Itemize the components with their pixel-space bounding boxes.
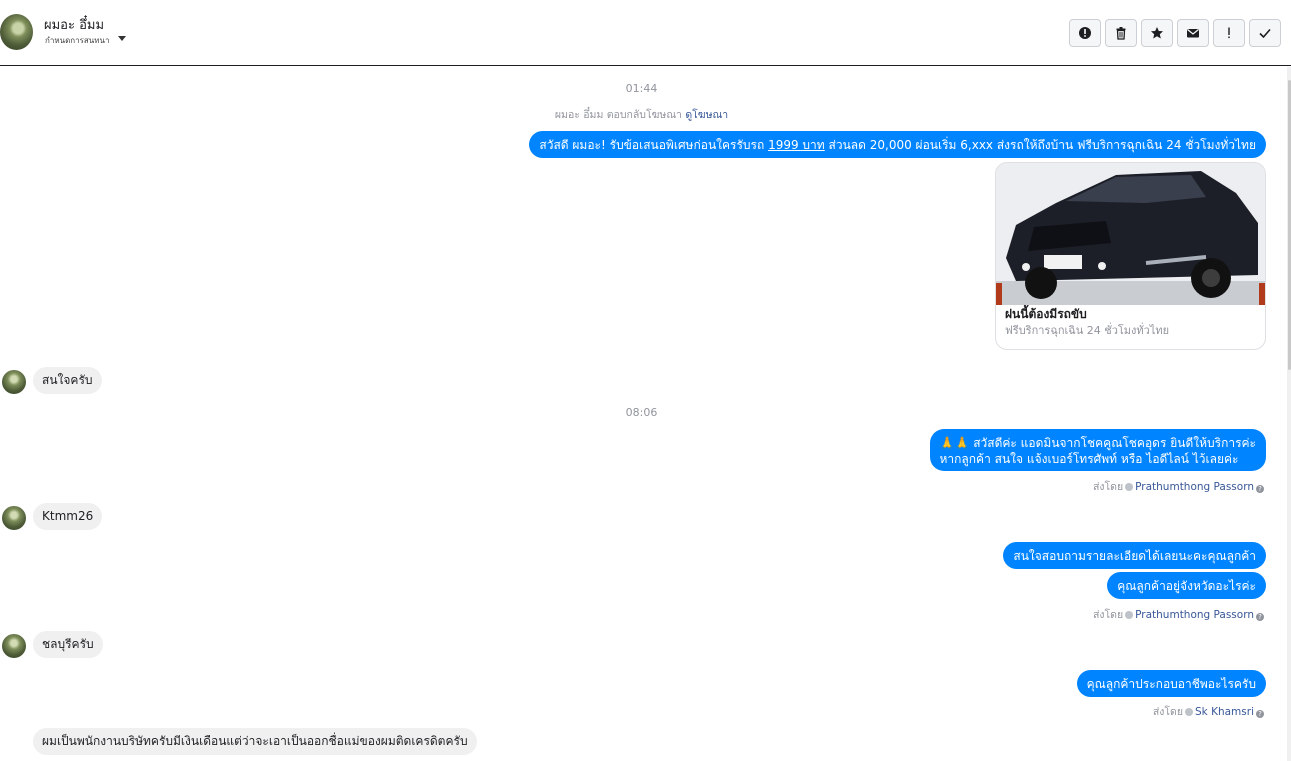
help-icon[interactable]: ? — [1256, 710, 1264, 718]
incoming-message: ชลบุรีครับ — [33, 631, 103, 658]
exclamation-icon — [1228, 27, 1230, 39]
message-text: ส่วนลด 20,000 ผ่อนเริ่ม 6,xxx ส่งรถให้ถึ… — [828, 138, 1256, 152]
ad-image — [996, 163, 1265, 305]
message-text: สวัสดี ผมอะ! รับข้อเสนอพิเศษก่อนใครรับรถ — [539, 138, 765, 152]
agent-dot-icon — [1125, 611, 1134, 619]
report-icon — [1079, 27, 1091, 39]
timestamp: 08:06 — [625, 406, 658, 419]
outgoing-message: คุณลูกค้าประกอบอาชีพอะไรครับ — [1076, 670, 1266, 697]
trash-icon — [1116, 27, 1126, 40]
agent-dot-icon — [1185, 708, 1193, 716]
sent-by-label: ส่งโดย Prathumthong Passorn? — [1093, 606, 1266, 623]
check-icon — [1259, 28, 1271, 39]
sent-by-text: ส่งโดย — [1092, 609, 1124, 621]
contact-avatar[interactable] — [0, 14, 33, 50]
incoming-message: Ktmm26 — [33, 503, 103, 530]
mail-icon — [1187, 29, 1199, 38]
message-text: หากลูกค้า สนใจ แจ้งเบอร์โทรศัพท์ หรือ ไอ… — [939, 452, 1239, 466]
chevron-down-icon[interactable] — [118, 36, 126, 41]
outgoing-message: สนใจสอบถามรายละเอียดได้เลยนะคะคุณลูกค้า — [1003, 542, 1266, 569]
sender-avatar[interactable] — [2, 370, 26, 394]
sent-by-label: ส่งโดย Sk Khamsri? — [1153, 703, 1266, 720]
message-text: 🙏🙏 สวัสดีค่ะ แอดมินจากโชคคูณโชคอุดร ยินด… — [939, 436, 1256, 450]
price-link[interactable]: 1999 บาท — [768, 138, 825, 152]
timestamp: 01:44 — [625, 82, 658, 95]
agent-name[interactable]: Sk Khamsri — [1195, 706, 1254, 718]
conversation-header: ผมอะ อึ๋มม กำหนดการสนทนา — [0, 0, 1291, 66]
incoming-message: ผมเป็นพนักงานบริษัทครับมีเงินเดือนแต่ว่า… — [33, 728, 477, 755]
star-button[interactable] — [1141, 19, 1173, 47]
pickup-truck-image — [996, 163, 1265, 305]
mark-unread-button[interactable] — [1177, 19, 1209, 47]
outgoing-message: สวัสดี ผมอะ! รับข้อเสนอพิเศษก่อนใครรับรถ… — [529, 131, 1266, 158]
sent-by-label: ส่งโดย Prathumthong Passorn? — [1093, 478, 1266, 495]
agent-name[interactable]: Prathumthong Passorn — [1135, 609, 1254, 621]
ad-card[interactable]: ฝนนี้ต้องมีรถขับ ฟรีบริการฉุกเฉิน 24 ชั่… — [995, 162, 1266, 350]
sent-by-text: ส่งโดย — [1092, 481, 1124, 493]
flag-button[interactable] — [1213, 19, 1245, 47]
ad-reply-note: ผมอะ อึ๋มม ตอบกลับโฆษณา ดูโฆษณา — [0, 106, 1283, 123]
view-ad-link[interactable]: ดูโฆษณา — [685, 109, 728, 121]
help-icon[interactable]: ? — [1256, 613, 1264, 621]
sender-avatar[interactable] — [2, 506, 26, 530]
sent-by-text: ส่งโดย — [1152, 706, 1183, 718]
ad-card-subtitle: ฟรีบริการฉุกเฉิน 24 ชั่วโมงทั่วไทย — [1005, 324, 1170, 337]
sender-avatar[interactable] — [2, 634, 26, 658]
incoming-message: สนใจครับ — [33, 367, 102, 394]
help-icon[interactable]: ? — [1256, 485, 1264, 493]
outgoing-message: คุณลูกค้าอยู่จังหวัดอะไรค่ะ — [1107, 572, 1266, 599]
mark-done-button[interactable] — [1249, 19, 1281, 47]
contact-name[interactable]: ผมอะ อึ๋มม — [44, 14, 104, 35]
report-button[interactable] — [1069, 19, 1101, 47]
schedule-label[interactable]: กำหนดการสนทนา — [45, 34, 110, 47]
delete-button[interactable] — [1105, 19, 1137, 47]
ad-reply-text: ผมอะ อึ๋มม ตอบกลับโฆษณา — [554, 109, 682, 121]
star-icon — [1151, 27, 1163, 39]
agent-dot-icon — [1125, 483, 1134, 491]
agent-name[interactable]: Prathumthong Passorn — [1135, 481, 1254, 493]
outgoing-message: 🙏🙏 สวัสดีค่ะ แอดมินจากโชคคูณโชคอุดร ยินด… — [929, 429, 1266, 471]
